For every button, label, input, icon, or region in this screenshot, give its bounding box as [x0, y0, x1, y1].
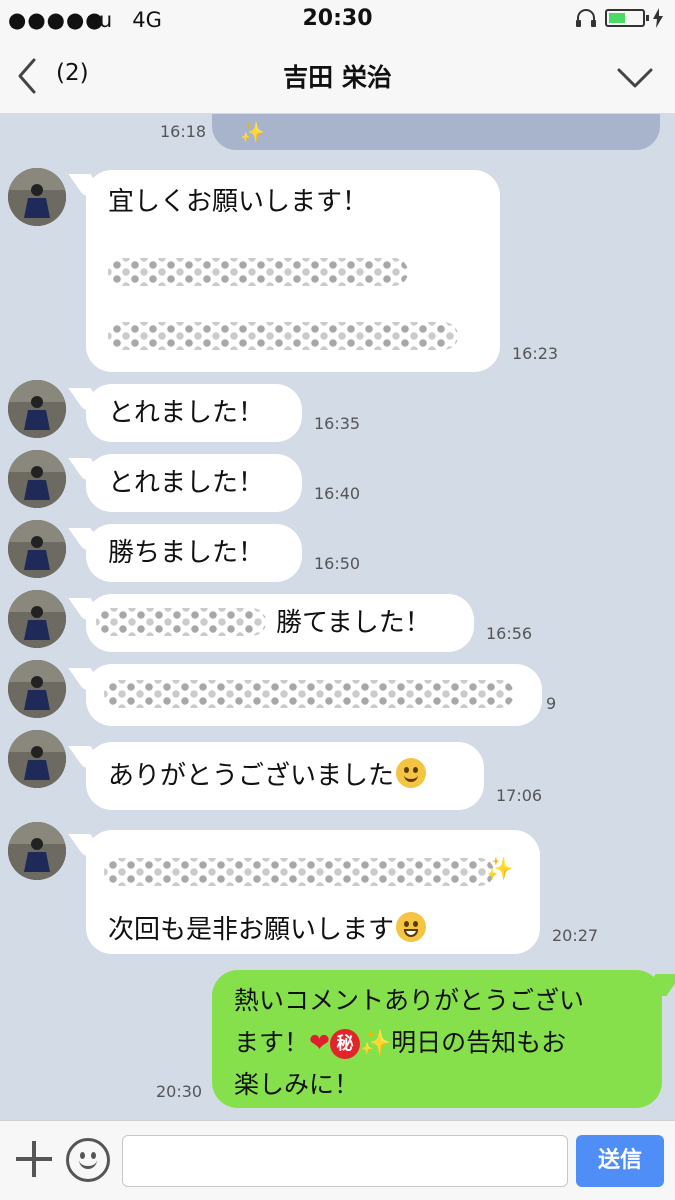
chat-header: (2) 吉田 栄治 — [0, 40, 675, 114]
message-list[interactable]: ✨ 16:18 宜しくお願いします！ 16:23 とれました！ 16:35 とれ… — [0, 114, 675, 1120]
message-text: 熱いコメントありがとうござい ます！❤ 秘 ✨明日の告知もお 楽しみに！ — [234, 980, 584, 1106]
blurred-text — [96, 608, 266, 636]
send-button[interactable]: 送信 — [576, 1135, 664, 1187]
message-text: ありがとうございました — [108, 761, 395, 791]
message-time: 16:50 — [314, 554, 361, 573]
message-time: 16:56 — [486, 624, 533, 643]
avatar[interactable] — [8, 450, 66, 508]
avatar[interactable] — [8, 590, 66, 648]
blurred-text — [108, 322, 458, 350]
clock: 20:30 — [302, 6, 373, 31]
message-input-bar: 送信 — [0, 1120, 675, 1200]
charging-bolt-icon — [653, 8, 663, 28]
chat-title: 吉田 栄治 — [283, 63, 392, 92]
message-time: 16:40 — [314, 484, 361, 503]
message-bubble: 宜しくお願いします！ — [86, 170, 500, 372]
sparkle-icon: ✨ — [486, 857, 514, 882]
emoji-icon[interactable] — [66, 1138, 110, 1182]
message-line: 楽しみに！ — [234, 1070, 360, 1099]
message-input[interactable] — [122, 1135, 568, 1187]
message-text: とれました！ — [108, 398, 265, 428]
headphones-icon — [576, 9, 596, 27]
message-bubble — [86, 664, 542, 726]
message-time: 20:27 — [552, 926, 599, 945]
message-line: 熱いコメントありがとうござい — [234, 986, 585, 1015]
message-time: 16:23 — [512, 344, 559, 363]
secret-badge-icon: 秘 — [329, 1029, 360, 1059]
blurred-text — [104, 858, 494, 886]
message-bubble: ✨ 次回も是非お願いします — [86, 830, 540, 954]
message-time: 17:06 — [496, 786, 543, 805]
message-time: 16:18 — [160, 122, 207, 141]
message-bubble: 勝ちました！ — [86, 524, 302, 582]
message-bubble: とれました！ — [86, 454, 302, 512]
plus-icon[interactable] — [14, 1139, 54, 1179]
message-text-row: 次回も是非お願いします — [108, 912, 427, 948]
avatar[interactable] — [8, 822, 66, 880]
grinning-face-icon — [396, 912, 427, 942]
message-text: とれました！ — [108, 468, 265, 498]
avatar[interactable] — [8, 168, 66, 226]
status-right — [575, 8, 663, 28]
message-bubble: 勝てました！ — [86, 594, 474, 652]
message-bubble-partial: ✨ — [212, 114, 660, 150]
message-bubble: とれました！ — [86, 384, 302, 442]
sparkle-icon: ✨ — [359, 1028, 392, 1057]
message-bubble: ありがとうございました — [86, 742, 484, 810]
avatar[interactable] — [8, 520, 66, 578]
message-text: 次回も是非お願いします — [108, 915, 395, 945]
blurred-text — [104, 680, 514, 708]
battery-icon — [605, 9, 649, 27]
message-text: 勝ちました！ — [108, 538, 265, 568]
message-line: ます！❤ 秘 ✨明日の告知もお — [234, 1028, 567, 1059]
message-text: 宜しくお願いします！ — [108, 187, 369, 217]
avatar[interactable] — [8, 380, 66, 438]
outgoing-message-bubble: 熱いコメントありがとうござい ます！❤ 秘 ✨明日の告知もお 楽しみに！ — [212, 970, 662, 1108]
message-text: 勝てました！ — [276, 608, 431, 638]
red-heart-icon: ❤ — [309, 1028, 330, 1057]
message-text-row: ありがとうございました — [108, 758, 427, 794]
avatar[interactable] — [8, 660, 66, 718]
status-bar: ●●●●● au 4G 20:30 — [0, 0, 675, 40]
message-time: 9 — [546, 694, 557, 713]
message-time: 20:30 — [156, 1082, 203, 1101]
sparkle-icon: ✨ — [240, 120, 265, 144]
avatar[interactable] — [8, 730, 66, 788]
blurred-text — [108, 258, 408, 286]
chevron-down-icon[interactable] — [615, 62, 655, 92]
message-time: 16:35 — [314, 414, 361, 433]
smiling-face-icon — [396, 758, 427, 788]
